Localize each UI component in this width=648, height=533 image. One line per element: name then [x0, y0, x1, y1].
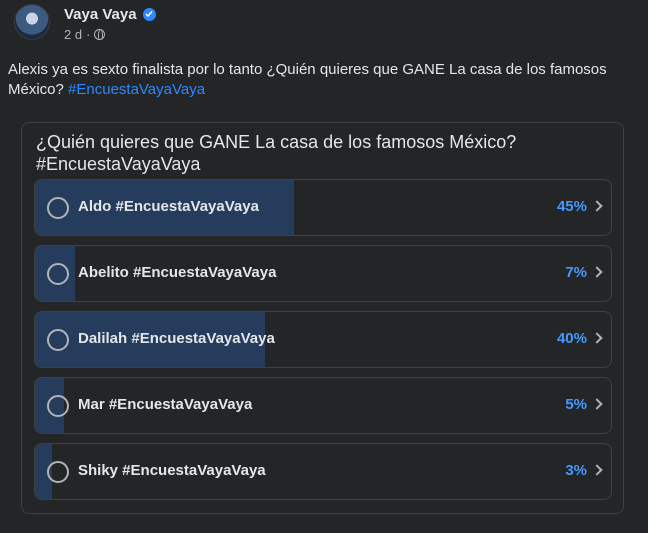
chevron-right-icon[interactable] [591, 464, 603, 476]
poll-option-label: Dalilah #EncuestaVayaVaya [78, 330, 275, 347]
avatar[interactable] [14, 4, 50, 40]
poll: ¿Quién quieres que GANE La casa de los f… [21, 122, 624, 514]
radio-icon[interactable] [47, 395, 69, 417]
radio-icon[interactable] [47, 263, 69, 285]
chevron-right-icon[interactable] [591, 200, 603, 212]
author-name[interactable]: Vaya Vaya [64, 6, 137, 23]
chevron-right-icon[interactable] [591, 398, 603, 410]
post-meta: Vaya Vaya 2 d · [64, 4, 156, 42]
poll-option-label: Abelito #EncuestaVayaVaya [78, 264, 277, 281]
post-time[interactable]: 2 d [64, 27, 82, 42]
poll-question: ¿Quién quieres que GANE La casa de los f… [36, 132, 517, 174]
post-text: Alexis ya es sexto finalista por lo tant… [8, 60, 628, 100]
author-row: Vaya Vaya [64, 4, 156, 24]
verified-badge-icon [142, 7, 156, 21]
radio-icon[interactable] [47, 329, 69, 351]
globe-icon [94, 29, 106, 40]
post-header: Vaya Vaya 2 d · [14, 4, 156, 42]
poll-option[interactable]: Dalilah #EncuestaVayaVaya 40% [34, 311, 612, 368]
chevron-right-icon[interactable] [591, 266, 603, 278]
poll-option-percent: 3% [565, 462, 587, 479]
poll-option-percent: 40% [556, 330, 587, 347]
poll-option-label: Aldo #EncuestaVayaVaya [78, 198, 259, 215]
poll-option[interactable]: Aldo #EncuestaVayaVaya 45% [34, 179, 612, 236]
poll-option-label: Shiky #EncuestaVayaVaya [78, 462, 266, 479]
poll-option[interactable]: Abelito #EncuestaVayaVaya 7% [34, 245, 612, 302]
poll-option-percent: 45% [556, 198, 587, 215]
chevron-right-icon[interactable] [591, 332, 603, 344]
separator: · [86, 27, 91, 42]
poll-option-percent: 7% [565, 264, 587, 281]
timestamp-row: 2 d · [64, 27, 156, 42]
poll-option[interactable]: Shiky #EncuestaVayaVaya 3% [34, 443, 612, 500]
poll-option-label: Mar #EncuestaVayaVaya [78, 396, 253, 413]
poll-option-percent: 5% [565, 396, 587, 413]
hashtag-link[interactable]: #EncuestaVayaVaya [68, 81, 205, 98]
poll-option[interactable]: Mar #EncuestaVayaVaya 5% [34, 377, 612, 434]
radio-icon[interactable] [47, 461, 69, 483]
radio-icon[interactable] [47, 197, 69, 219]
